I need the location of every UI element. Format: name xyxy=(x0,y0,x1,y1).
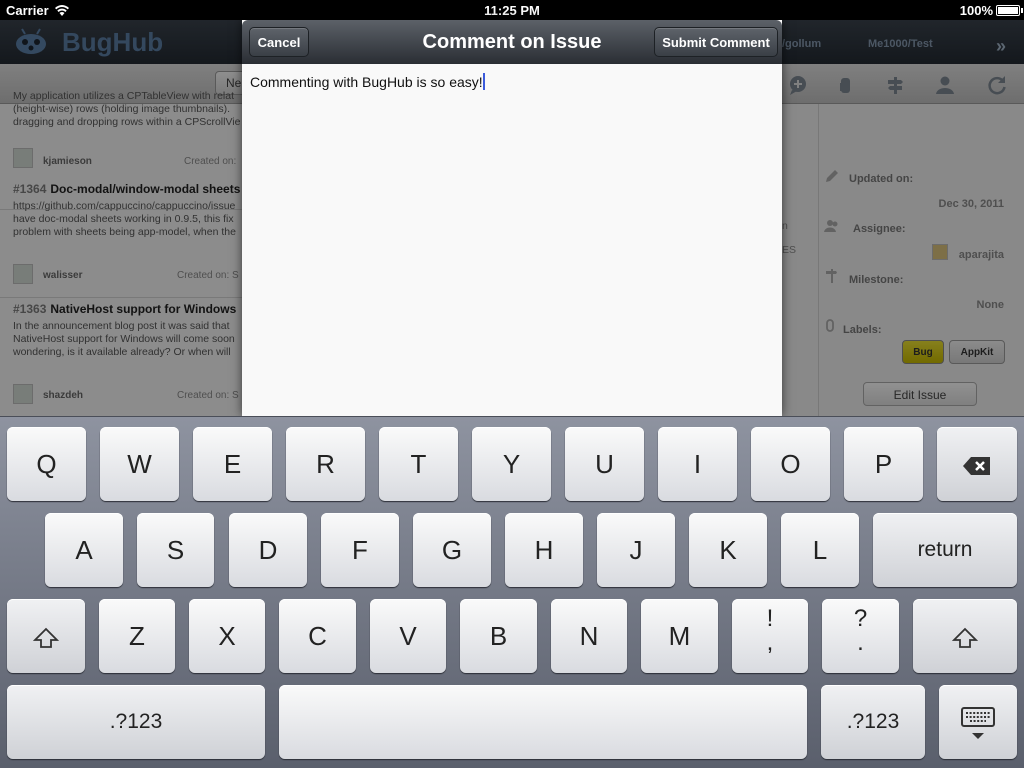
key-p[interactable]: P xyxy=(844,427,923,501)
key-t[interactable]: T xyxy=(379,427,458,501)
onscreen-keyboard: Q W E R T Y U I O P A S D F G H J K L re… xyxy=(0,416,1024,768)
shift-icon xyxy=(951,627,979,649)
comment-textarea[interactable]: Commenting with BugHub is so easy! xyxy=(242,64,782,416)
numbers-key-left[interactable]: .?123 xyxy=(7,685,265,759)
key-b[interactable]: B xyxy=(460,599,537,673)
submit-comment-button[interactable]: Submit Comment xyxy=(654,27,778,57)
status-time: 11:25 PM xyxy=(484,3,540,18)
comment-modal: Cancel Comment on Issue Submit Comment C… xyxy=(242,20,782,416)
key-k[interactable]: K xyxy=(689,513,767,587)
key-r[interactable]: R xyxy=(286,427,365,501)
shift-key-right[interactable] xyxy=(913,599,1017,673)
key-c[interactable]: C xyxy=(279,599,356,673)
backspace-key[interactable] xyxy=(937,427,1017,501)
backspace-icon xyxy=(963,457,990,476)
key-j[interactable]: J xyxy=(597,513,675,587)
modal-navbar: Cancel Comment on Issue Submit Comment xyxy=(242,20,782,64)
key-u[interactable]: U xyxy=(565,427,644,501)
text-cursor xyxy=(482,73,485,90)
key-y[interactable]: Y xyxy=(472,427,551,501)
key-s[interactable]: S xyxy=(137,513,214,587)
battery-icon xyxy=(996,5,1023,16)
question-period-key[interactable]: ?. xyxy=(822,599,899,673)
battery-percent: 100% xyxy=(959,3,993,18)
key-m[interactable]: M xyxy=(641,599,718,673)
key-h[interactable]: H xyxy=(505,513,583,587)
shift-key-left[interactable] xyxy=(7,599,85,673)
key-q[interactable]: Q xyxy=(7,427,86,501)
key-v[interactable]: V xyxy=(370,599,446,673)
exclamation-comma-key[interactable]: !, xyxy=(732,599,808,673)
key-o[interactable]: O xyxy=(751,427,830,501)
hide-keyboard-key[interactable] xyxy=(939,685,1017,759)
key-e[interactable]: E xyxy=(193,427,272,501)
keyboard-dismiss-icon xyxy=(961,707,995,740)
key-l[interactable]: L xyxy=(781,513,859,587)
key-x[interactable]: X xyxy=(189,599,265,673)
key-a[interactable]: A xyxy=(45,513,123,587)
key-w[interactable]: W xyxy=(100,427,179,501)
numbers-key-right[interactable]: .?123 xyxy=(821,685,925,759)
key-z[interactable]: Z xyxy=(99,599,175,673)
return-key[interactable]: return xyxy=(873,513,1017,587)
space-bar[interactable] xyxy=(279,685,807,759)
key-g[interactable]: G xyxy=(413,513,491,587)
status-bar: Carrier 11:25 PM 100% xyxy=(0,0,1024,20)
key-i[interactable]: I xyxy=(658,427,737,501)
key-f[interactable]: F xyxy=(321,513,399,587)
key-n[interactable]: N xyxy=(551,599,627,673)
key-d[interactable]: D xyxy=(229,513,307,587)
comment-text: Commenting with BugHub is so easy! xyxy=(250,74,483,90)
shift-icon xyxy=(32,627,60,649)
